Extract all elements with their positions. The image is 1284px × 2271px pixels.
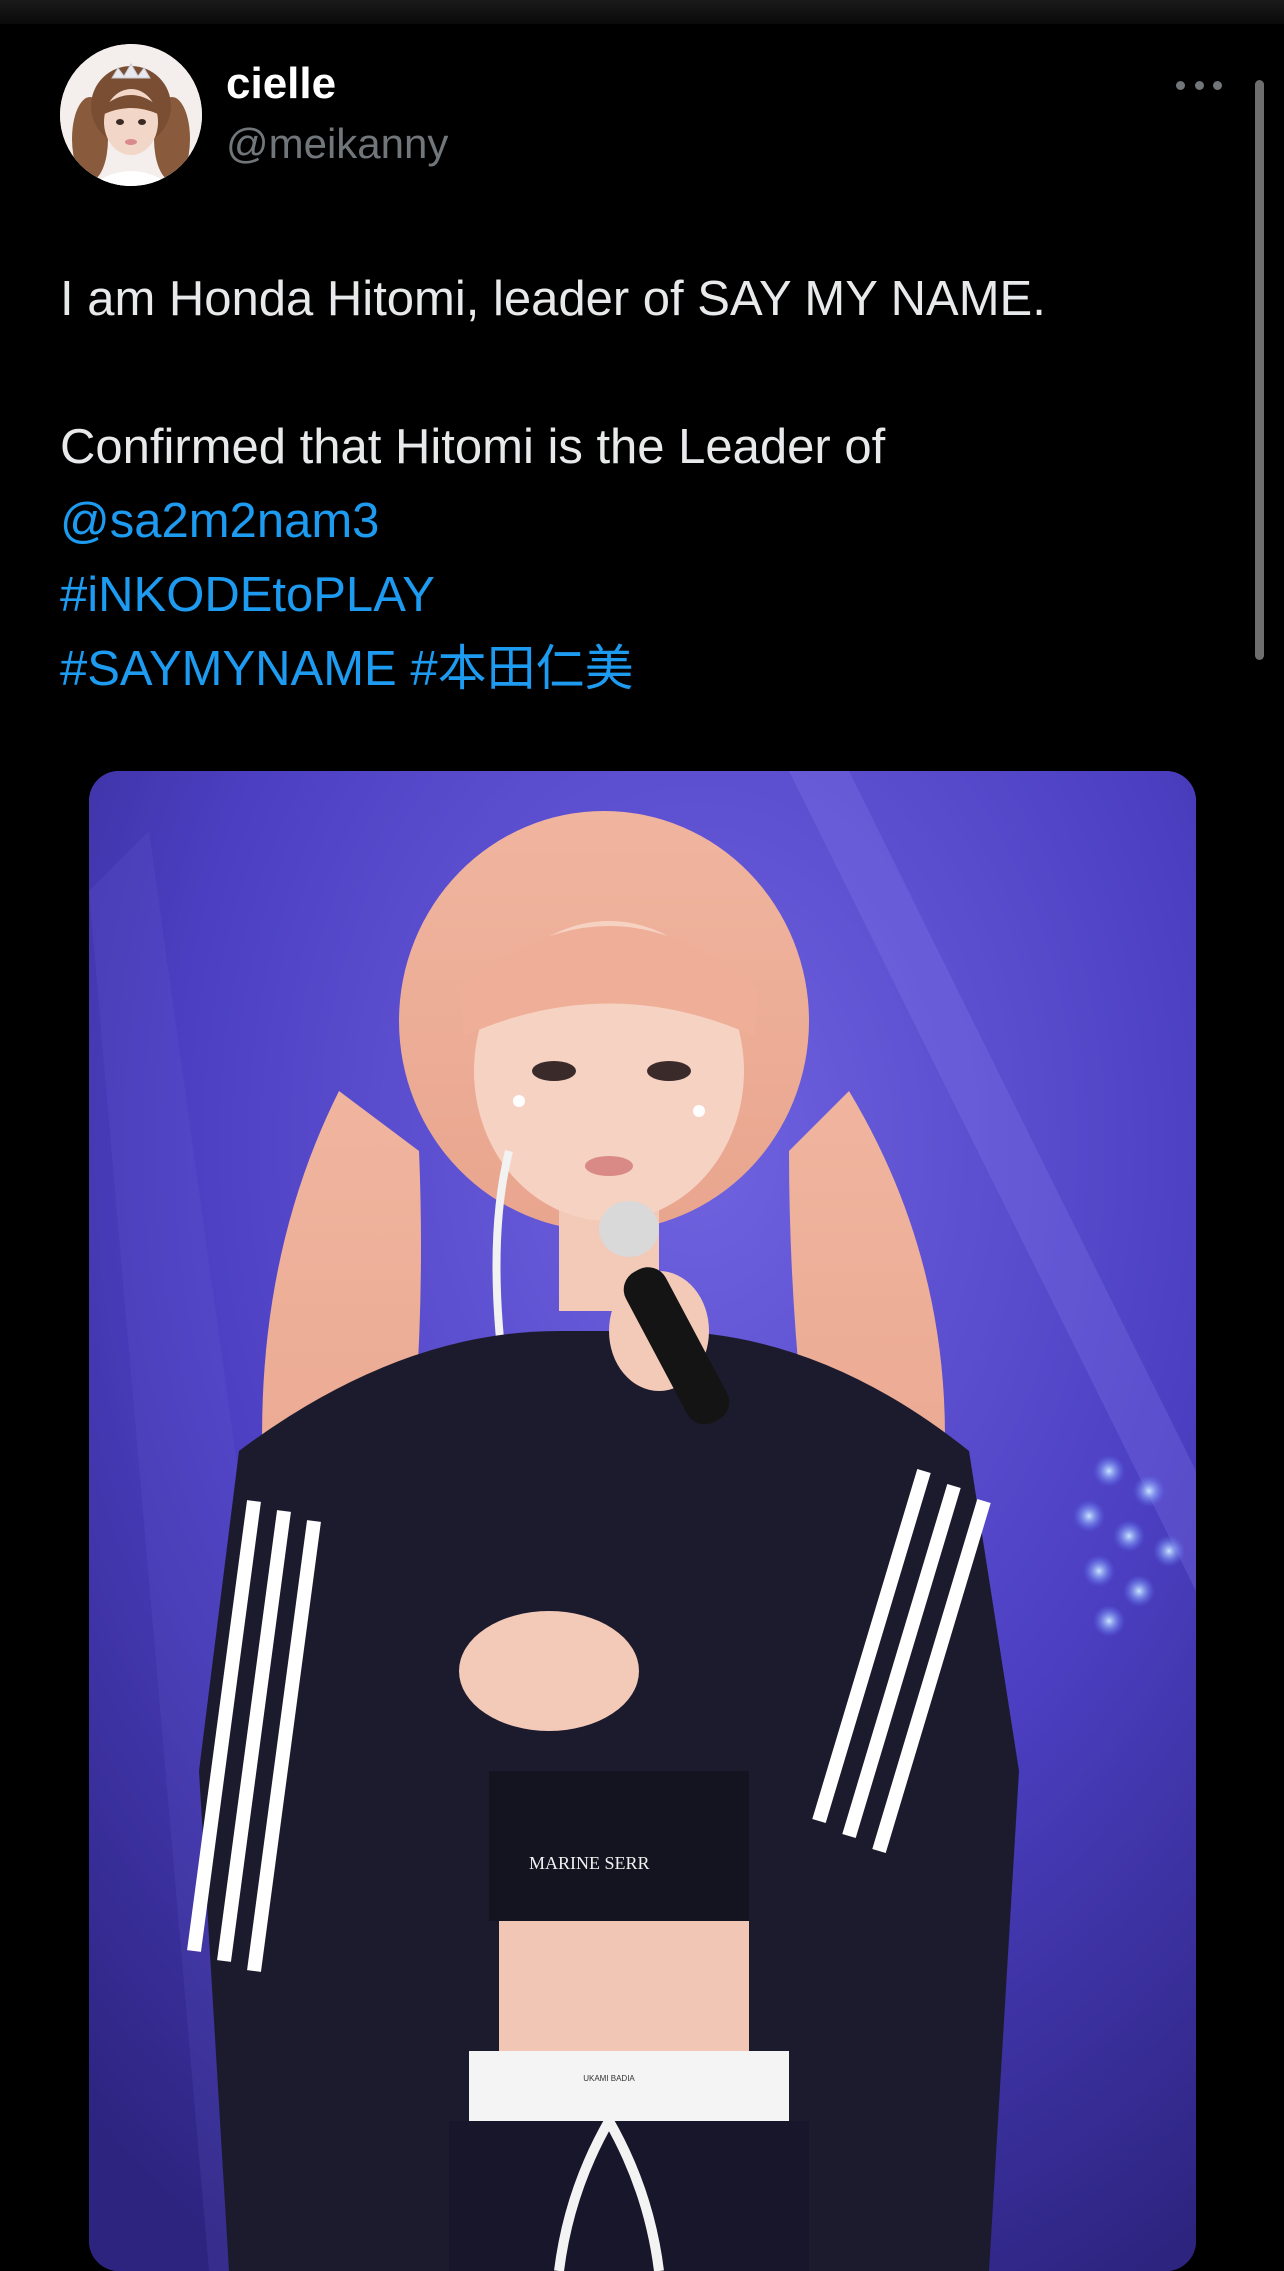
author-display-name[interactable]: cielle <box>226 56 336 112</box>
mention-link[interactable]: @sa2m2nam3 <box>60 484 1210 558</box>
more-dot <box>1213 80 1222 90</box>
avatar-image <box>60 44 202 186</box>
tweet-line-2: Confirmed that Hitomi is the Leader of <box>60 420 886 474</box>
scrollbar[interactable] <box>1255 80 1264 660</box>
more-dot <box>1176 80 1185 90</box>
hashtag-link[interactable]: #本田仁美 <box>410 642 633 696</box>
shirt-print-text: MARINE SERR <box>529 1853 650 1873</box>
tweet-line-1: I am Honda Hitomi, leader of SAY MY NAME… <box>60 272 1046 326</box>
hashtag-link[interactable]: #SAYMYNAME <box>60 642 397 696</box>
hashtag-link[interactable]: #iNKODEtoPLAY <box>60 558 1210 632</box>
tweet-text: I am Honda Hitomi, leader of SAY MY NAME… <box>60 262 1210 706</box>
avatar[interactable] <box>60 44 202 186</box>
waistband-text: UKAMI BADIA <box>583 2074 635 2083</box>
more-dot <box>1194 80 1204 90</box>
more-horizontal-icon[interactable] <box>1176 70 1222 100</box>
author-handle[interactable]: @meikanny <box>226 116 448 172</box>
photo-illustration: MARINE SERR UKAMI BADIA <box>89 771 1196 2271</box>
status-bar-strip <box>0 0 1284 24</box>
tweet-media-photo[interactable]: MARINE SERR UKAMI BADIA <box>89 771 1196 2271</box>
